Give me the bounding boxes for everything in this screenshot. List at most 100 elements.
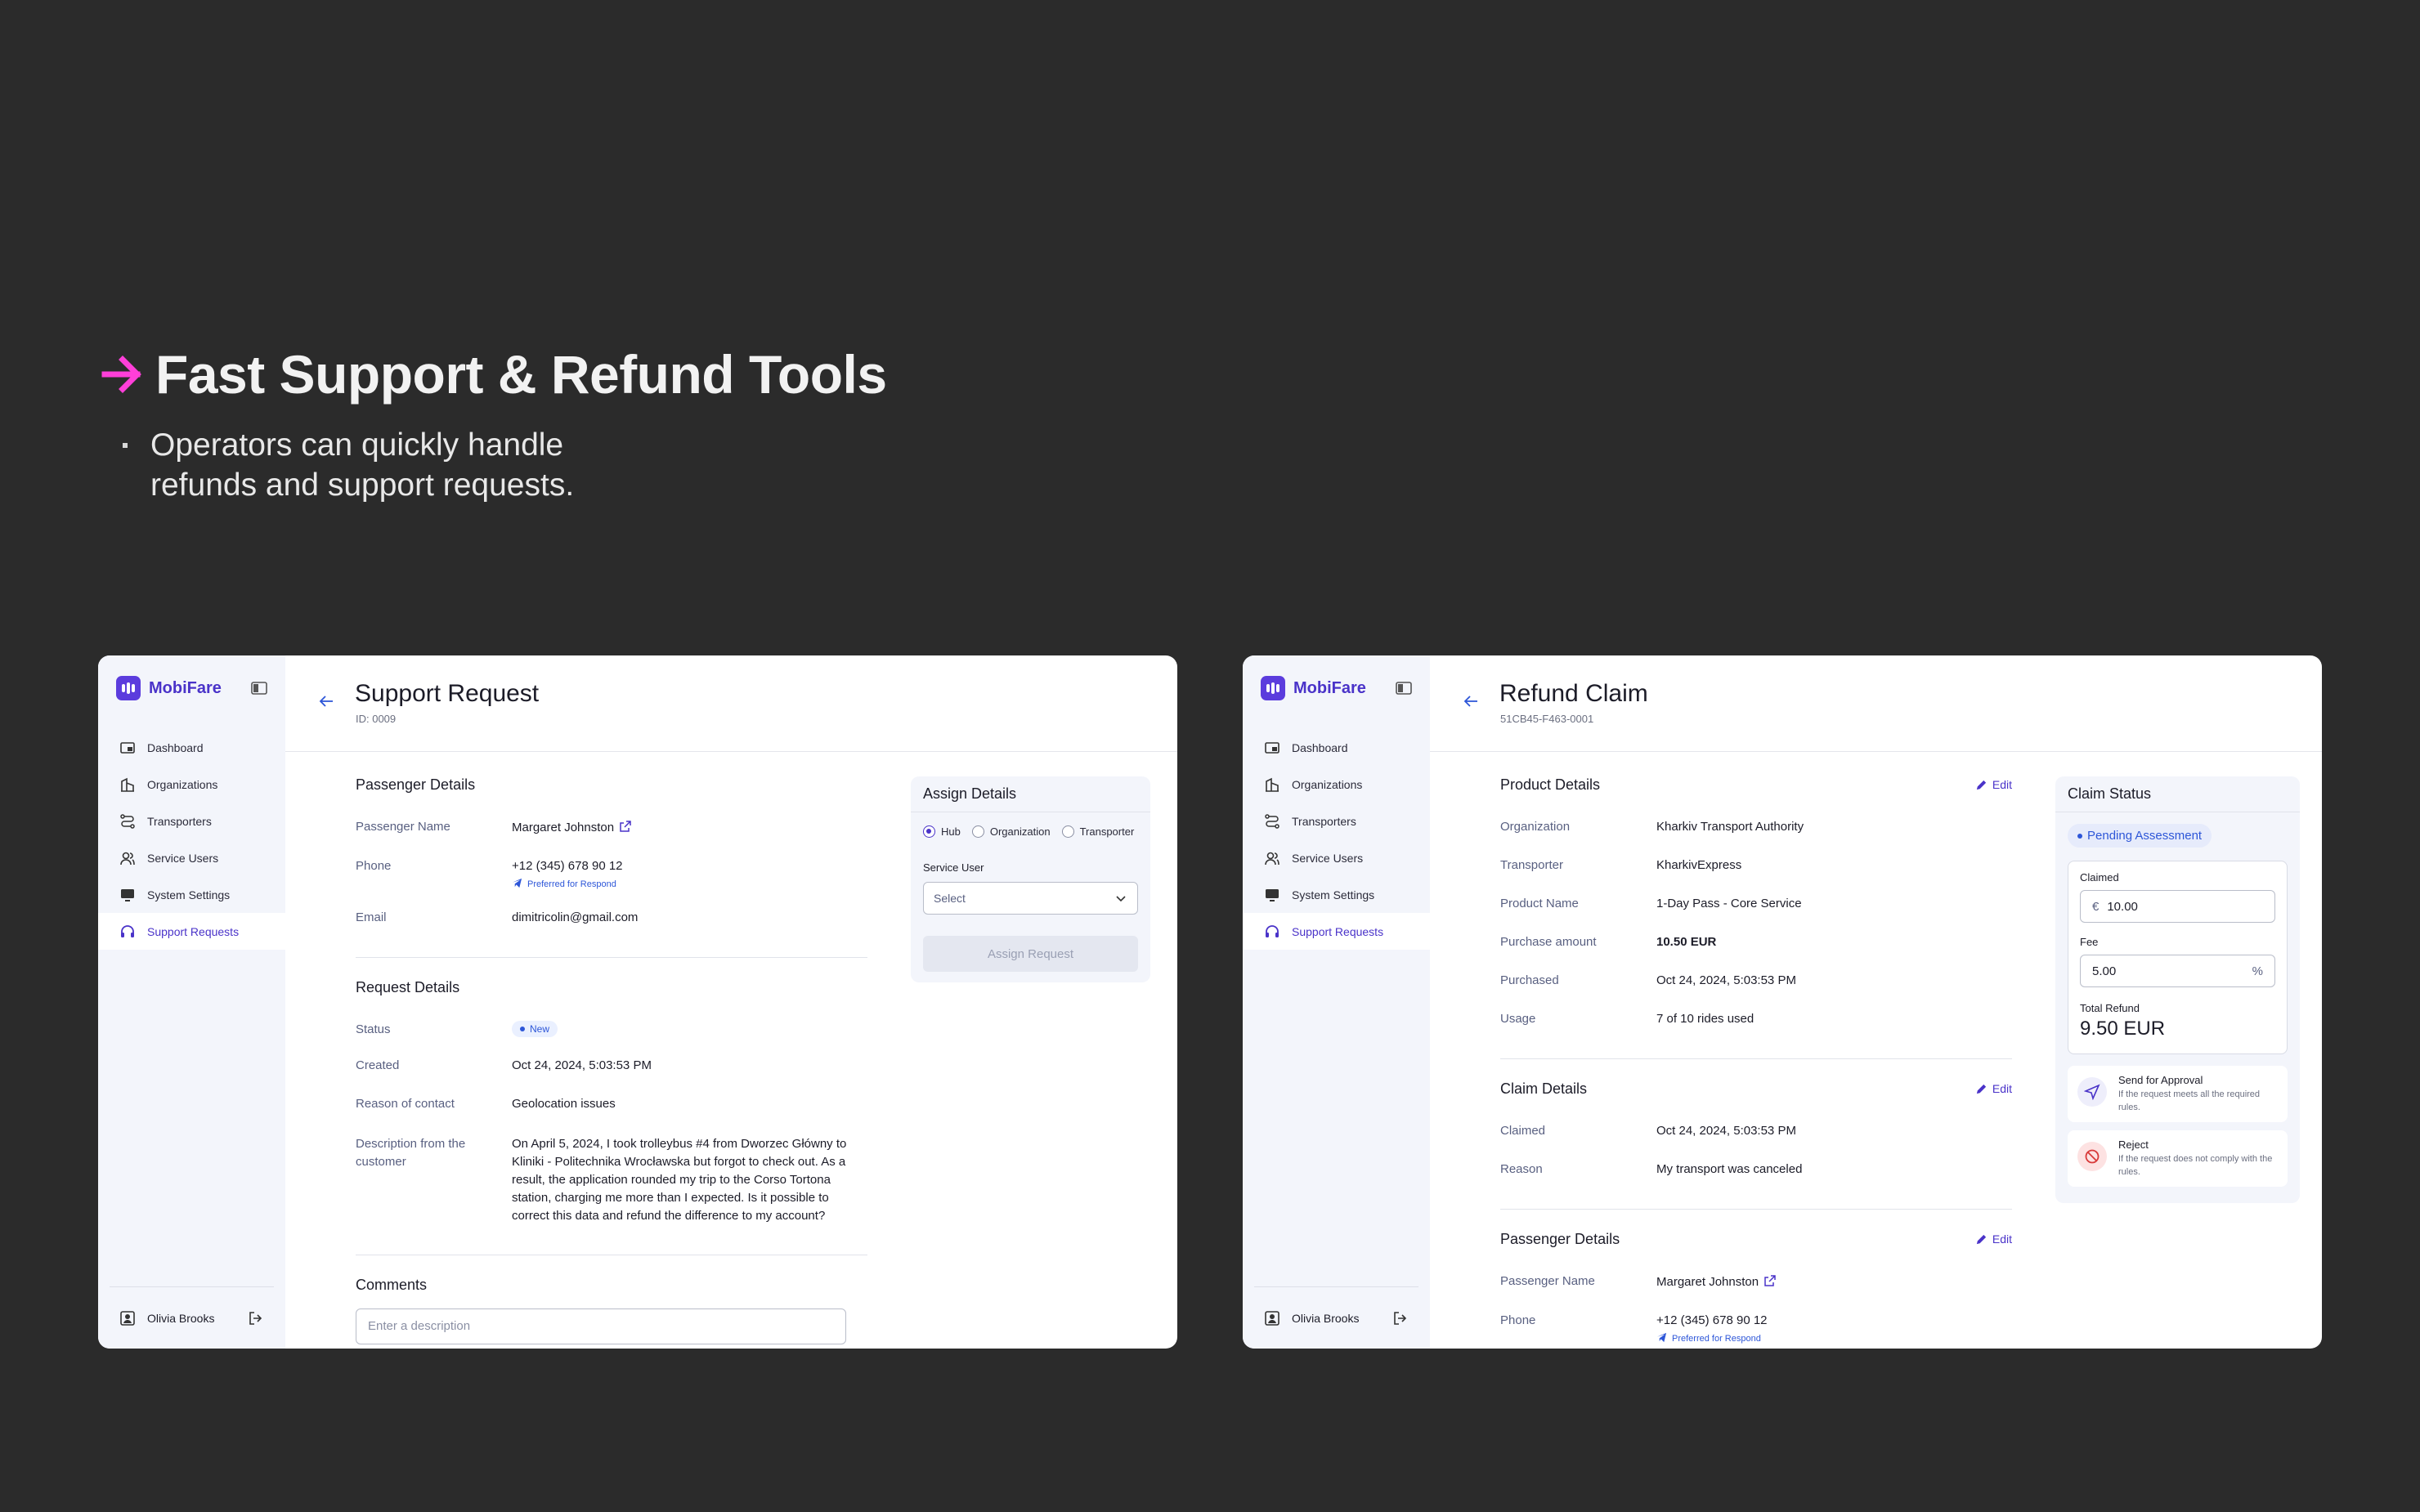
field-label: Claimed [1500,1124,1546,1138]
page-header: Refund Claim 51CB45-F463-0001 [1430,655,2322,752]
passenger-name-row: Passenger Name Margaret Johnston [1500,1274,2012,1289]
hero-bullet: Operators can quickly handle refunds and… [123,425,657,505]
edit-claim-button[interactable]: Edit [1975,1082,2012,1095]
preferred-badge: Preferred for Respond [1656,1332,1768,1344]
approval-text: Send for Approval If the request meets al… [2118,1074,2278,1114]
fee-input[interactable]: 5.00% [2080,955,2275,987]
page-title: Refund Claim [1499,680,1648,707]
service-user-label: Service User [923,861,984,874]
external-link-icon[interactable] [1763,1274,1777,1287]
telegram-icon [1656,1332,1667,1343]
sidebar-item-dashboard[interactable]: Dashboard [98,729,285,766]
brand: MobiFare [98,655,285,721]
field-label: Reason [1500,1162,1543,1176]
details-column: Product Details Edit Organization Kharkiv… [1500,776,2012,1344]
claim-details-section: Claim Details Edit [1500,1080,2012,1098]
claim-details-heading: Claim Details [1500,1080,1588,1097]
passenger-name-row: Passenger Name Margaret Johnston [356,820,867,834]
status-badge: New [512,1021,558,1037]
usage-row: Usage 7 of 10 rides used [1500,1012,2012,1026]
sidebar: MobiFare Dashboard Organizations Transpo… [1243,655,1430,1349]
sidebar-item-dashboard[interactable]: Dashboard [1243,729,1430,766]
edit-passenger-button[interactable]: Edit [1975,1232,2012,1246]
sidebar-item-system-settings[interactable]: System Settings [1243,876,1430,913]
users-icon [120,852,135,865]
sidebar-item-label: Support Requests [147,924,240,938]
claimed-amount-input[interactable]: €10.00 [2080,890,2275,923]
sidebar-item-transporters[interactable]: Transporters [98,803,285,839]
send-for-approval-button[interactable]: Send for Approval If the request meets al… [2068,1066,2288,1122]
sidebar-item-label: Support Requests [1292,924,1384,938]
sidebar-item-support-requests[interactable]: Support Requests [1243,913,1430,950]
description-text: On April 5, 2024, I took trolleybus #4 f… [512,1137,847,1223]
back-arrow-icon[interactable] [316,691,336,711]
claimed-amount-value: 10.00 [2107,899,2138,914]
assign-details-heading: Assign Details [911,776,1150,812]
approval-description: If the request meets all the required ru… [2118,1089,2261,1112]
sidebar-item-label: Dashboard [1292,740,1348,754]
sidebar-item-system-settings[interactable]: System Settings [98,876,285,913]
sidebar-item-organizations[interactable]: Organizations [1243,766,1430,803]
assign-request-button[interactable]: Assign Request [923,936,1138,972]
transporter-row: Transporter KharkivExpress [1500,858,2012,872]
field-label: Created [356,1058,400,1072]
radio-organization[interactable]: Organization [971,825,1051,838]
radio-transporter[interactable]: Transporter [1061,825,1134,838]
logout-icon[interactable] [1392,1310,1409,1326]
divider [356,957,867,958]
status-row: Status New [356,1021,867,1037]
usage-value: 7 of 10 rides used [1656,1012,1754,1026]
refund-calc-card: Claimed €10.00 Fee 5.00% Total Refund 9.… [2068,861,2288,1054]
status-text: New [530,1023,550,1035]
assign-radio-group: Hub Organization Transporter [911,812,1150,842]
reason-value: My transport was canceled [1656,1162,1803,1176]
passenger-name-link[interactable]: Margaret Johnston [1656,1274,1777,1289]
claim-status-heading: Claim Status [2055,776,2300,812]
sidebar-collapse-icon[interactable] [1396,682,1412,695]
user-footer: Olivia Brooks [110,1286,274,1349]
radio-circle [971,825,984,838]
arrow-right-icon [101,356,141,393]
radio-hub[interactable]: Hub [923,825,961,838]
divider [1500,1058,2012,1059]
pencil-icon [1976,1234,1986,1244]
claimed-value: Oct 24, 2024, 5:03:53 PM [1656,1124,1796,1138]
approval-title: Send for Approval [2118,1074,2203,1086]
sidebar-item-label: System Settings [1292,888,1375,901]
hero-heading: Fast Support & Refund Tools [101,343,887,405]
field-label: Description from the customer [356,1137,466,1169]
sidebar-item-support-requests[interactable]: Support Requests [98,913,285,950]
logout-icon[interactable] [248,1310,264,1326]
sidebar-item-organizations[interactable]: Organizations [98,766,285,803]
phone-value-group: +12 (345) 678 90 12 Preferred for Respond [1656,1313,1768,1344]
field-label: Status [356,1022,391,1036]
headset-icon [121,924,134,937]
passenger-name-link[interactable]: Margaret Johnston [512,820,632,834]
sidebar-item-label: Organizations [1292,777,1363,791]
hero-bullet-text: Operators can quickly handle refunds and… [150,427,575,503]
edit-product-button[interactable]: Edit [1975,778,2012,791]
reject-description: If the request does not comply with the … [2118,1154,2273,1177]
comments-heading: Comments [356,1277,428,1293]
sidebar-collapse-icon[interactable] [251,682,267,695]
pencil-icon [1976,1084,1986,1094]
comments-input[interactable]: Enter a description [356,1308,846,1344]
sidebar-item-transporters[interactable]: Transporters [1243,803,1430,839]
sidebar-item-label: Service Users [1292,851,1364,865]
request-details-heading: Request Details [356,979,460,995]
sidebar-nav: Dashboard Organizations Transporters Ser… [1243,729,1430,950]
page-title: Support Request [355,680,540,707]
dashboard-icon [120,741,135,754]
headset-icon [1266,924,1279,937]
phone-value-group: +12 (345) 678 90 12 Preferred for Respon… [512,859,623,889]
field-label: Reason of contact [356,1097,455,1111]
status-dot [520,1027,525,1031]
sidebar-item-service-users[interactable]: Service Users [1243,839,1430,876]
radio-circle [923,825,935,838]
service-user-select[interactable]: Select [923,882,1138,915]
external-link-icon[interactable] [619,820,632,833]
field-label: Email [356,910,387,924]
back-arrow-icon[interactable] [1461,691,1481,711]
sidebar-item-service-users[interactable]: Service Users [98,839,285,876]
reject-button[interactable]: Reject If the request does not comply wit… [2068,1130,2288,1187]
